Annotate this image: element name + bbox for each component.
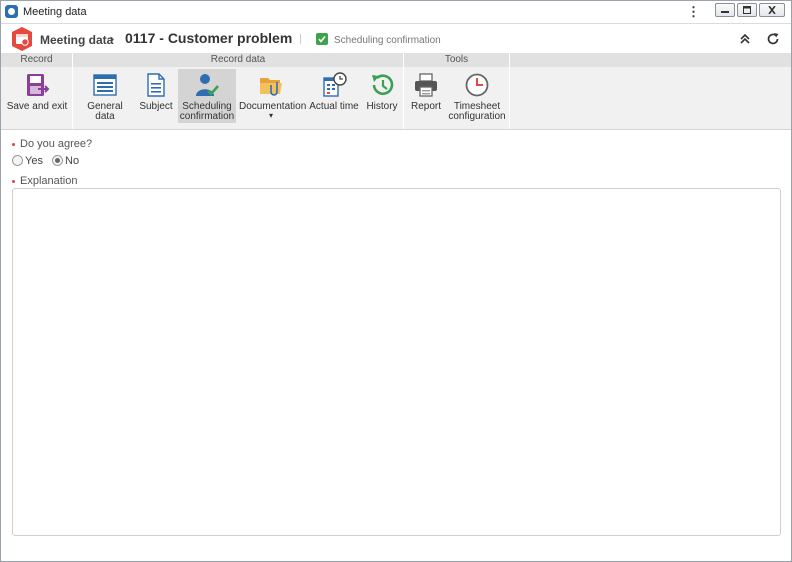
agree-question-label: Do you agree? <box>20 138 93 150</box>
group-tools-title: Tools <box>404 53 509 67</box>
history-button[interactable]: History <box>363 69 401 123</box>
document-icon <box>147 73 165 97</box>
actual-time-button[interactable]: Actual time <box>307 69 361 123</box>
timesheet-configuration-label: Timesheet configuration <box>448 101 506 122</box>
group-record-data-title: Record data <box>73 53 403 67</box>
subject-label: Subject <box>139 101 173 112</box>
breadcrumb-separator: › <box>110 31 115 46</box>
timesheet-clock-icon <box>323 72 347 97</box>
group-record-title: Record <box>1 53 72 67</box>
subject-button[interactable]: Subject <box>136 69 176 123</box>
check-icon <box>316 33 328 45</box>
save-exit-icon <box>27 74 50 96</box>
record-title: 0117 - Customer problem <box>125 30 293 46</box>
minimize-button[interactable] <box>715 3 735 17</box>
group-divider <box>72 53 73 129</box>
ribbon-empty-area <box>510 53 791 67</box>
timesheet-configuration-button[interactable]: Timesheet configuration <box>447 69 507 123</box>
general-data-button[interactable]: General data <box>77 69 133 123</box>
clock-icon <box>465 73 489 97</box>
form-icon <box>93 74 117 96</box>
record-header: Meeting data › 0117 - Customer problem S… <box>1 24 791 53</box>
no-radio[interactable] <box>52 155 63 166</box>
refresh-icon[interactable] <box>765 31 781 47</box>
save-and-exit-button[interactable]: Save and exit <box>5 69 69 123</box>
yes-radio[interactable] <box>12 155 23 166</box>
more-options-icon[interactable]: ⋮ <box>687 4 700 20</box>
report-button[interactable]: Report <box>407 69 445 123</box>
report-label: Report <box>410 101 441 112</box>
no-radio-label[interactable]: No <box>65 155 79 167</box>
group-divider <box>509 53 510 129</box>
save-and-exit-label: Save and exit <box>6 101 68 112</box>
yes-radio-label[interactable]: Yes <box>25 155 43 167</box>
maximize-button[interactable] <box>737 3 757 17</box>
header-divider <box>300 34 301 44</box>
scheduling-confirmation-label: Scheduling confirmation <box>179 101 235 122</box>
required-marker <box>12 143 15 146</box>
collapse-icon[interactable] <box>737 31 753 47</box>
title-bar: Meeting data ⋮ <box>1 1 791 24</box>
close-button[interactable] <box>759 3 785 17</box>
meeting-module-logo <box>12 27 32 51</box>
group-divider <box>403 53 404 129</box>
ribbon-toolbar: Record Record data Tools Save and exit G… <box>1 53 791 130</box>
status-label: Scheduling confirmation <box>334 35 441 46</box>
required-marker <box>12 180 15 183</box>
history-label: History <box>366 101 398 112</box>
chevron-down-icon: ▾ <box>268 111 273 120</box>
explanation-label: Explanation <box>20 175 78 187</box>
scheduling-confirmation-form: Do you agree? Yes No Explanation <box>1 130 791 561</box>
documentation-button[interactable]: Documentation ▾ <box>239 69 306 123</box>
meeting-data-window: Meeting data ⋮ Meeting data › 0117 - Cus… <box>0 0 792 562</box>
app-icon <box>5 5 18 18</box>
printer-icon <box>415 73 437 97</box>
user-check-icon <box>196 74 219 96</box>
actual-time-label: Actual time <box>309 101 359 112</box>
history-icon <box>372 74 394 95</box>
general-data-label: General data <box>87 101 123 122</box>
folder-attachment-icon <box>260 78 282 96</box>
window-title: Meeting data <box>23 6 87 18</box>
breadcrumb-module[interactable]: Meeting data <box>40 33 113 47</box>
explanation-textarea[interactable] <box>12 188 781 536</box>
scheduling-confirmation-button[interactable]: Scheduling confirmation <box>178 69 236 123</box>
